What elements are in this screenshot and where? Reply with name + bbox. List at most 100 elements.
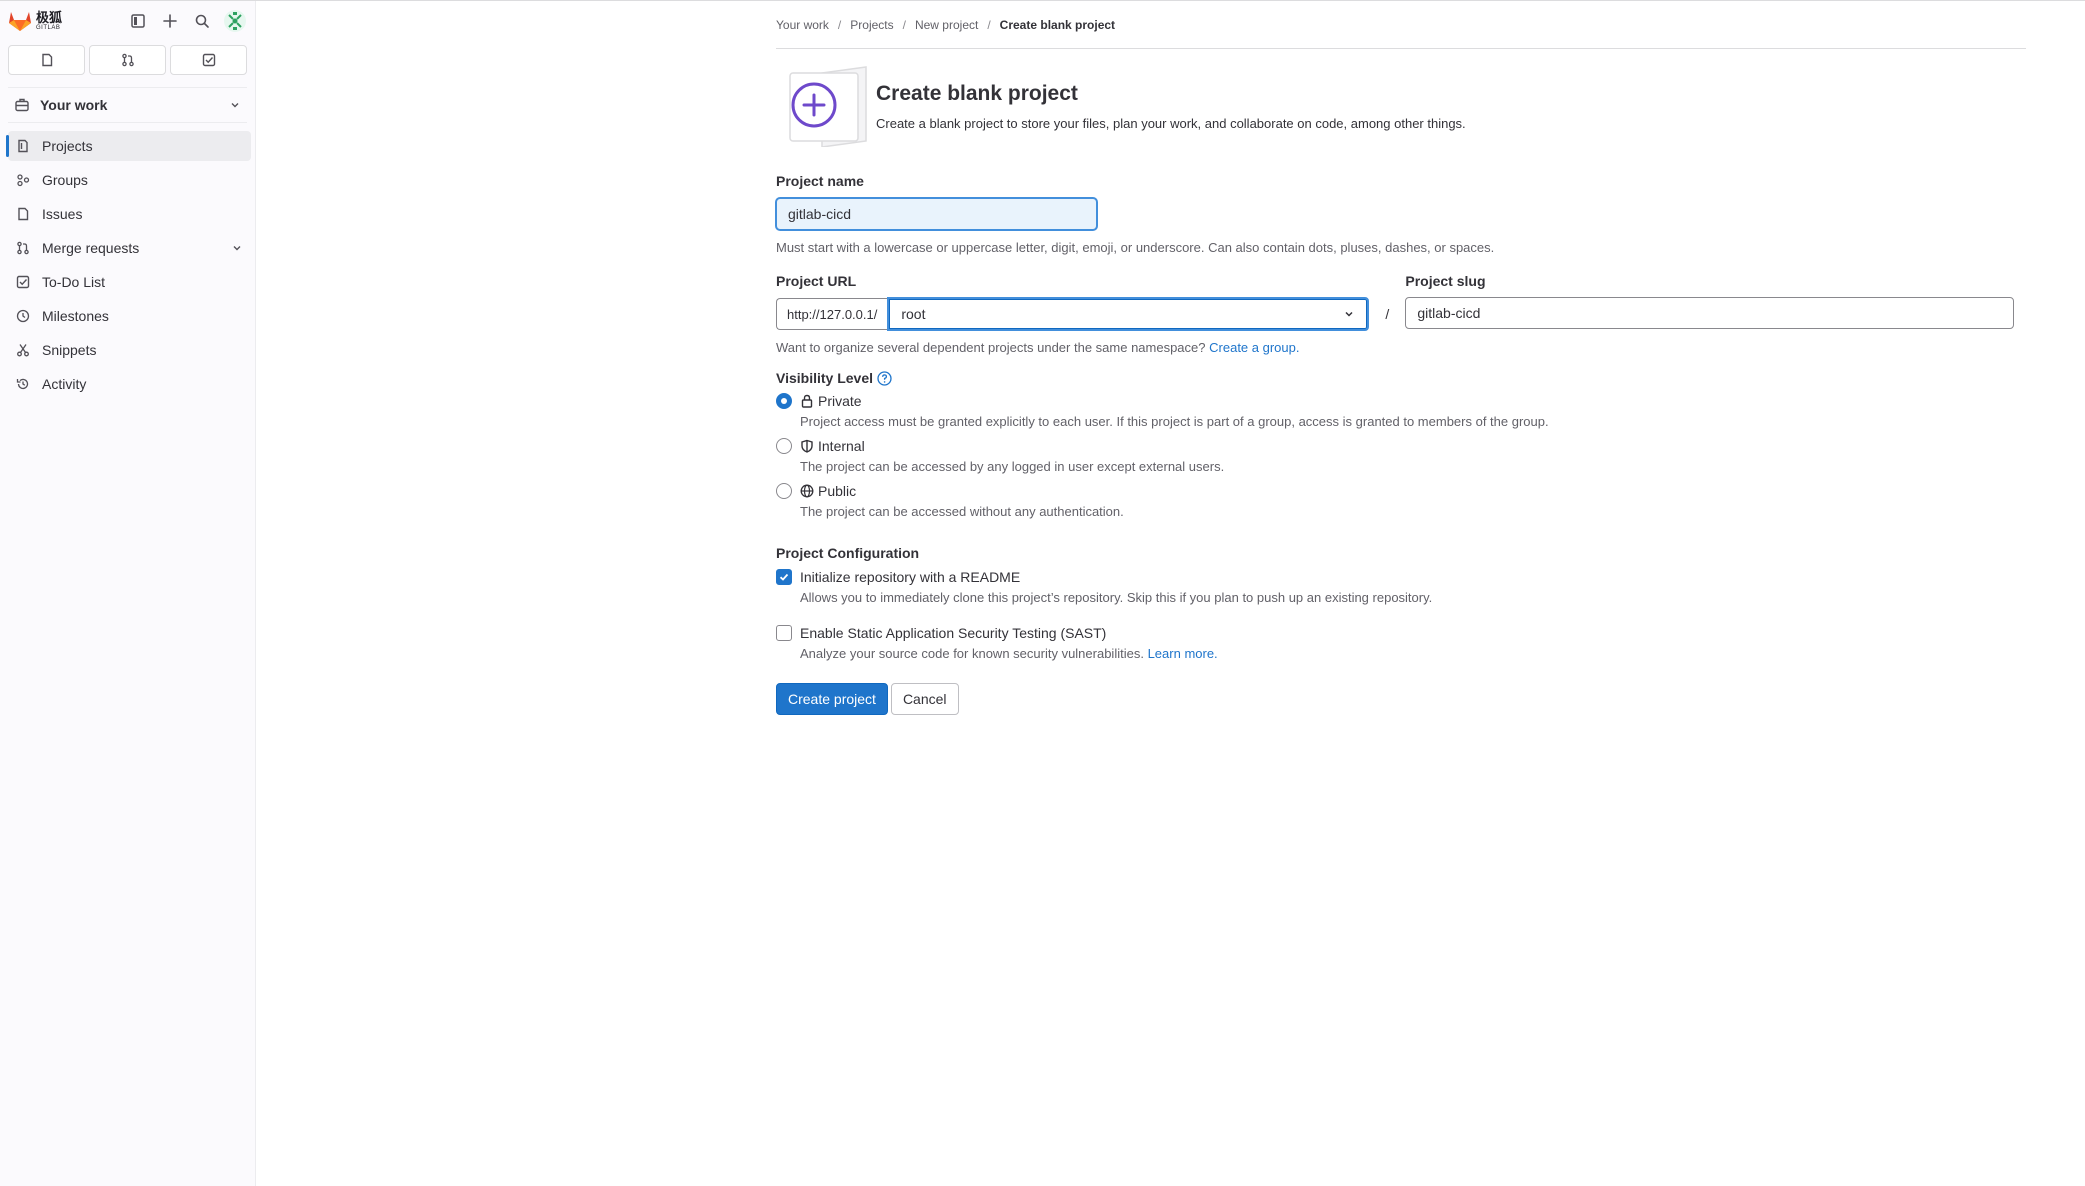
visibility-internal-help: The project can be accessed by any logge…: [800, 459, 1225, 474]
readme-row: Initialize repository with a README: [776, 569, 2026, 585]
main-content: Your work / Projects / New project / Cre…: [776, 1, 2026, 715]
plus-icon: [163, 14, 177, 28]
page-header: Create blank project Create a blank proj…: [776, 65, 2026, 148]
sidebar: 极狐 GITLAB Your work Projects Groups Issu…: [0, 1, 256, 1186]
visibility-internal-text: Internal: [818, 438, 865, 454]
context-switcher[interactable]: Your work: [8, 87, 247, 123]
project-icon: [18, 139, 28, 153]
visibility-public-radio[interactable]: [776, 483, 792, 499]
merge-requests-count-button[interactable]: [89, 45, 166, 75]
project-url-label: Project URL: [776, 273, 857, 289]
breadcrumb-item-projects[interactable]: Projects: [850, 18, 893, 32]
readme-help: Allows you to immediately clone this pro…: [800, 590, 1433, 605]
visibility-internal-label[interactable]: Internal: [800, 438, 865, 454]
visibility-label-row: Visibility Level: [776, 370, 2026, 386]
sast-learn-more-link[interactable]: Learn more.: [1148, 646, 1218, 661]
search-button[interactable]: [191, 10, 213, 32]
context-title: Your work: [40, 97, 108, 113]
create-new-button[interactable]: [159, 10, 181, 32]
user-avatar[interactable]: [223, 9, 247, 33]
history-icon: [16, 378, 29, 390]
namespace-help-text: Want to organize several dependent proje…: [776, 340, 1206, 355]
sidebar-item-merge-requests[interactable]: Merge requests: [8, 233, 251, 263]
visibility-option-public: Public The project can be accessed witho…: [776, 483, 2026, 519]
lock-icon: [801, 394, 813, 408]
sast-help-text: Analyze your source code for known secur…: [800, 646, 1144, 661]
namespace-select[interactable]: root: [887, 297, 1370, 331]
brand-logo[interactable]: 极狐 GITLAB: [8, 10, 62, 32]
issues-icon: [18, 207, 29, 221]
project-url-group: Project URL http://127.0.0.1/ root / Pro…: [776, 273, 2026, 331]
visibility-private-help: Project access must be granted explicitl…: [800, 414, 1549, 429]
tanuki-logo-icon: [9, 12, 31, 31]
readme-checkbox[interactable]: [776, 569, 792, 585]
chevron-down-icon: [231, 103, 239, 108]
visibility-private-radio[interactable]: [776, 393, 792, 409]
issues-icon: [41, 53, 52, 67]
visibility-option-internal: Internal The project can be accessed by …: [776, 438, 2026, 474]
project-name-group: Project name gitlab-cicd Must start with…: [776, 173, 2026, 255]
breadcrumb-separator: /: [902, 17, 906, 32]
visibility-private-text: Private: [818, 393, 862, 409]
breadcrumb-separator: /: [987, 17, 991, 32]
create-project-button[interactable]: Create project: [776, 683, 888, 715]
cancel-button[interactable]: Cancel: [890, 683, 959, 715]
project-name-label: Project name: [776, 173, 864, 189]
project-url-field: Project URL http://127.0.0.1/ root /: [776, 273, 1405, 331]
sidebar-item-milestones[interactable]: Milestones: [8, 301, 251, 331]
checkmark-icon: [779, 573, 789, 581]
page-header-text: Create blank project Create a blank proj…: [876, 82, 1466, 131]
clock-icon: [16, 309, 30, 323]
visibility-public-label[interactable]: Public: [800, 483, 856, 499]
todos-count-button[interactable]: [170, 45, 247, 75]
sidebar-item-label: To-Do List: [42, 274, 106, 290]
sidebar-item-snippets[interactable]: Snippets: [8, 335, 251, 365]
project-configuration-group: Project Configuration Initialize reposit…: [776, 545, 2026, 661]
visibility-private-label[interactable]: Private: [800, 393, 862, 409]
visibility-group: Visibility Level Private Project access …: [776, 370, 2026, 519]
sidebar-header: 极狐 GITLAB: [0, 1, 255, 41]
sast-label[interactable]: Enable Static Application Security Testi…: [800, 625, 1106, 641]
breadcrumb-current[interactable]: Create blank project: [1000, 18, 1115, 32]
sidebar-item-todo-list[interactable]: To-Do List: [8, 267, 251, 297]
visibility-public-text: Public: [818, 483, 857, 499]
project-slug-label: Project slug: [1405, 273, 1486, 289]
page-title: Create blank project: [876, 81, 1078, 105]
sidebar-item-activity[interactable]: Activity: [8, 369, 251, 399]
breadcrumb-item-new-project[interactable]: New project: [915, 18, 978, 32]
visibility-internal-radio[interactable]: [776, 438, 792, 454]
project-slug-field: Project slug gitlab-cicd: [1405, 273, 2015, 331]
brand-name-en: GITLAB: [36, 24, 61, 31]
collapse-sidebar-button[interactable]: [127, 10, 149, 32]
project-url-prefix: http://127.0.0.1/: [776, 298, 888, 330]
earth-icon: [800, 484, 814, 498]
chevron-down-icon: [233, 246, 241, 251]
brand-name: 极狐 GITLAB: [36, 12, 62, 31]
breadcrumb-separator: /: [837, 17, 842, 32]
readme-label[interactable]: Initialize repository with a README: [800, 569, 1020, 585]
search-icon: [195, 14, 209, 28]
project-name-input[interactable]: gitlab-cicd: [776, 198, 1097, 230]
create-group-link[interactable]: Create a group.: [1209, 340, 1299, 355]
project-name-help: Must start with a lowercase or uppercase…: [776, 240, 1495, 255]
brand-name-cn: 极狐: [36, 10, 63, 26]
blank-project-illustration: [776, 65, 872, 148]
assigned-issues-button[interactable]: [8, 45, 85, 75]
visibility-label: Visibility Level: [776, 370, 874, 386]
todo-done-icon: [202, 53, 215, 67]
work-briefcase-icon: [15, 98, 29, 112]
sidebar-item-issues[interactable]: Issues: [8, 199, 251, 229]
sidebar-nav: Projects Groups Issues Merge requests To…: [0, 131, 255, 399]
sidebar-item-label: Snippets: [42, 342, 97, 358]
sast-row: Enable Static Application Security Testi…: [776, 625, 2026, 641]
project-slug-input[interactable]: gitlab-cicd: [1405, 297, 2015, 329]
sidebar-item-projects[interactable]: Projects: [6, 131, 251, 161]
sidebar-item-groups[interactable]: Groups: [8, 165, 251, 195]
question-icon[interactable]: [877, 370, 892, 386]
sast-checkbox[interactable]: [776, 625, 792, 641]
new-project-illustration-icon: [789, 66, 867, 148]
readme-option: Initialize repository with a README Allo…: [776, 569, 2026, 605]
sidebar-top-actions: [127, 9, 247, 33]
namespace-help: Want to organize several dependent proje…: [776, 340, 2026, 355]
breadcrumb-item-your-work[interactable]: Your work: [776, 18, 829, 32]
